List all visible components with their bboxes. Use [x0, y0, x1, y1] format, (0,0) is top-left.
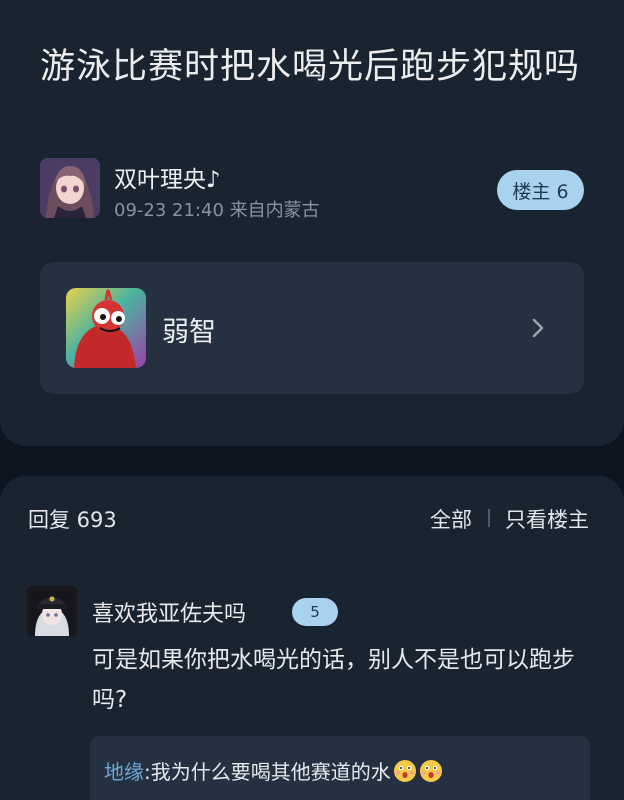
author-name[interactable]: 双叶理央♪: [114, 160, 221, 194]
anime-girl-cap-avatar-icon: [27, 586, 77, 636]
reply-count: 回复 693: [28, 508, 117, 532]
post-timestamp-location: 09-23 21:40 来自内蒙古: [114, 200, 320, 221]
reply-username[interactable]: 喜欢我亚佐夫吗: [92, 596, 246, 628]
cartoon-character-icon: [66, 288, 146, 368]
reply-content: 可是如果你把水喝光的话，别人不是也可以跑步吗?: [92, 647, 575, 713]
surprised-emoji-icon: [393, 760, 416, 782]
surprised-emoji-icon: [419, 760, 442, 782]
sub-reply-box[interactable]: 地缘:我为什么要喝其他赛道的水: [90, 736, 590, 800]
sub-reply: 地缘:我为什么要喝其他赛道的水: [104, 756, 443, 785]
sub-reply-username[interactable]: 地缘: [104, 760, 144, 784]
forum-avatar: [66, 288, 146, 368]
filter-divider: [488, 509, 490, 527]
owner-level-badge: 楼主 6: [497, 170, 584, 210]
filter-owner-only-button[interactable]: 只看楼主: [505, 504, 589, 534]
forum-entry-card[interactable]: 弱智: [40, 262, 584, 394]
filter-all-button[interactable]: 全部: [430, 504, 472, 534]
anime-girl-avatar-icon: [40, 158, 100, 218]
chevron-right-icon: [532, 318, 544, 338]
replies-section: 回复 693 全部 只看楼主 喜欢我亚佐夫吗 5 可是如果你把水喝光的话，别人不…: [0, 476, 624, 800]
forum-name: 弱智: [162, 317, 216, 348]
reply-level-badge: 5: [292, 598, 338, 626]
author-avatar[interactable]: [40, 158, 100, 218]
post-header-card: 游泳比赛时把水喝光后跑步犯规吗 双叶理央♪ 09-23 21:40 来自内蒙古 …: [0, 0, 624, 446]
sub-reply-text: :我为什么要喝其他赛道的水: [144, 760, 391, 784]
reply-avatar[interactable]: [27, 586, 77, 636]
post-title: 游泳比赛时把水喝光后跑步犯规吗: [40, 47, 581, 87]
